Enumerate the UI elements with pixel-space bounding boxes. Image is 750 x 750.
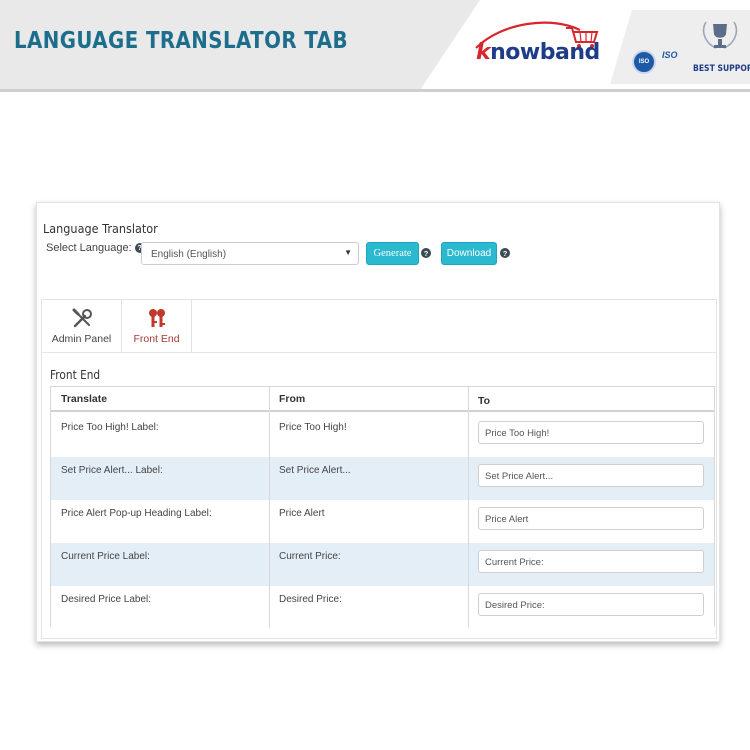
generate-button[interactable]: Generate bbox=[366, 242, 419, 265]
banner-title: LANGUAGE TRANSLATOR TAB bbox=[14, 28, 348, 54]
keys-icon bbox=[148, 309, 165, 327]
best-support-label: BEST SUPPORT bbox=[693, 64, 750, 74]
select-language-label: Select Language: ? bbox=[46, 242, 145, 254]
tab-front-end[interactable]: Front End bbox=[122, 300, 192, 352]
column-header-translate: Translate bbox=[61, 393, 108, 405]
translate-label: Desired Price Label: bbox=[61, 594, 152, 605]
iso-certification-label: ISO bbox=[662, 50, 678, 60]
table-row: Current Price Label: Current Price: Curr… bbox=[51, 543, 714, 586]
panel-title: Language Translator bbox=[43, 221, 158, 236]
from-value: Price Too High! bbox=[279, 422, 347, 433]
download-button[interactable]: Download bbox=[441, 242, 497, 265]
table-row: Price Alert Pop-up Heading Label: Price … bbox=[51, 500, 714, 543]
column-divider bbox=[468, 387, 469, 628]
column-header-to: To bbox=[478, 395, 491, 407]
from-value: Desired Price: bbox=[279, 594, 342, 605]
brand-logo-initial: k bbox=[476, 40, 491, 65]
to-input[interactable]: Set Price Alert... bbox=[478, 464, 704, 487]
translator-tabs: Admin Panel Front End Front End Translat… bbox=[41, 299, 717, 639]
section-title: Front End bbox=[50, 368, 101, 382]
to-input[interactable]: Price Alert bbox=[478, 507, 704, 530]
language-translator-panel: Language Translator Select Language: ? E… bbox=[36, 202, 720, 642]
brand-logo: knowband bbox=[476, 40, 600, 65]
to-input[interactable]: Price Too High! bbox=[478, 421, 704, 444]
column-divider bbox=[269, 387, 270, 628]
to-input[interactable]: Current Price: bbox=[478, 550, 704, 573]
select-language-text: Select Language: bbox=[46, 242, 132, 254]
translate-label: Current Price Label: bbox=[61, 551, 150, 562]
translate-label: Set Price Alert... Label: bbox=[61, 465, 163, 476]
wrench-screwdriver-icon bbox=[72, 308, 92, 328]
table-row: Price Too High! Label: Price Too High! P… bbox=[51, 414, 714, 457]
banner-divider bbox=[0, 89, 750, 92]
trophy-icon bbox=[702, 21, 738, 49]
from-value: Set Price Alert... bbox=[279, 465, 351, 476]
caret-down-icon: ▼ bbox=[344, 248, 352, 257]
brand-logo-rest: nowband bbox=[490, 40, 600, 65]
generate-help-icon[interactable]: ? bbox=[421, 248, 431, 258]
iso-badge-icon: ISO bbox=[632, 50, 656, 74]
column-header-from: From bbox=[279, 393, 306, 405]
tab-admin-panel[interactable]: Admin Panel bbox=[42, 300, 122, 352]
table-row: Desired Price Label: Desired Price: Desi… bbox=[51, 586, 714, 629]
header-banner: LANGUAGE TRANSLATOR TAB knowband ISO ISO… bbox=[0, 0, 750, 92]
tabs-divider bbox=[42, 352, 716, 353]
table-row: Set Price Alert... Label: Set Price Aler… bbox=[51, 457, 714, 500]
translate-label: Price Alert Pop-up Heading Label: bbox=[61, 508, 212, 519]
from-value: Price Alert bbox=[279, 508, 325, 519]
tab-admin-panel-label: Admin Panel bbox=[51, 333, 112, 345]
from-value: Current Price: bbox=[279, 551, 341, 562]
translate-label: Price Too High! Label: bbox=[61, 422, 159, 433]
to-input[interactable]: Desired Price: bbox=[478, 593, 704, 616]
language-select-value: English (English) bbox=[151, 249, 227, 260]
language-select[interactable]: English (English) ▼ bbox=[141, 242, 359, 265]
table-header: Translate From To bbox=[51, 387, 714, 412]
download-help-icon[interactable]: ? bbox=[500, 248, 510, 258]
tab-front-end-label: Front End bbox=[133, 333, 180, 345]
translation-table: Translate From To Price Too High! Label:… bbox=[50, 386, 715, 629]
